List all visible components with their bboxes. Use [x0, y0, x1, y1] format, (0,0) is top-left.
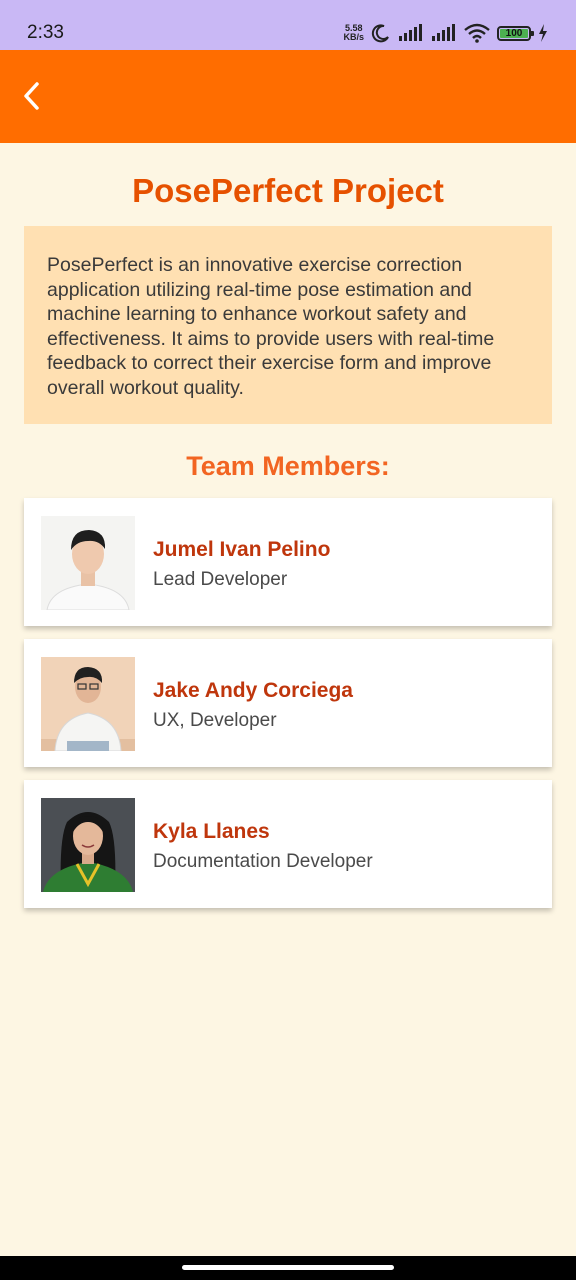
member-role: Documentation Developer: [153, 851, 373, 872]
avatar: [41, 798, 135, 892]
chevron-left-icon: [24, 82, 39, 110]
status-icons: 5.58 KB/s 100: [343, 22, 548, 44]
member-card: Jake Andy Corciega UX, Developer: [24, 639, 552, 767]
member-card: Jumel Ivan Pelino Lead Developer: [24, 498, 552, 626]
app-bar: [0, 50, 576, 143]
signal-icon: [432, 24, 455, 41]
network-speed-unit: KB/s: [343, 32, 364, 42]
team-heading: Team Members:: [186, 451, 390, 481]
battery-level: 100: [505, 27, 523, 39]
network-speed: 5.58 KB/s: [343, 24, 364, 42]
avatar: [41, 516, 135, 610]
moon-icon: [371, 24, 389, 43]
home-indicator[interactable]: [182, 1265, 394, 1270]
member-role: Lead Developer: [153, 569, 288, 590]
member-photo: [41, 798, 135, 892]
signal-icon: [399, 24, 422, 41]
wifi-icon: [464, 23, 490, 43]
member-name: Kyla Llanes: [153, 820, 270, 843]
status-time: 2:33: [27, 22, 64, 43]
member-photo: [41, 516, 135, 610]
member-role: UX, Developer: [153, 710, 277, 731]
member-name: Jake Andy Corciega: [153, 679, 353, 702]
battery-icon: 100: [497, 25, 534, 41]
avatar: [41, 657, 135, 751]
page-title: PosePerfect Project: [132, 172, 444, 209]
member-photo: [41, 657, 135, 751]
member-name: Jumel Ivan Pelino: [153, 538, 331, 561]
project-description: PosePerfect is an innovative exercise co…: [47, 254, 495, 399]
status-bar: 2:33 5.58 KB/s 100: [0, 0, 576, 50]
description-box: PosePerfect is an innovative exercise co…: [24, 226, 552, 424]
member-card: Kyla Llanes Documentation Developer: [24, 780, 552, 908]
back-button[interactable]: [14, 78, 50, 114]
navigation-bar: [0, 1256, 576, 1280]
charging-icon: [539, 24, 547, 42]
